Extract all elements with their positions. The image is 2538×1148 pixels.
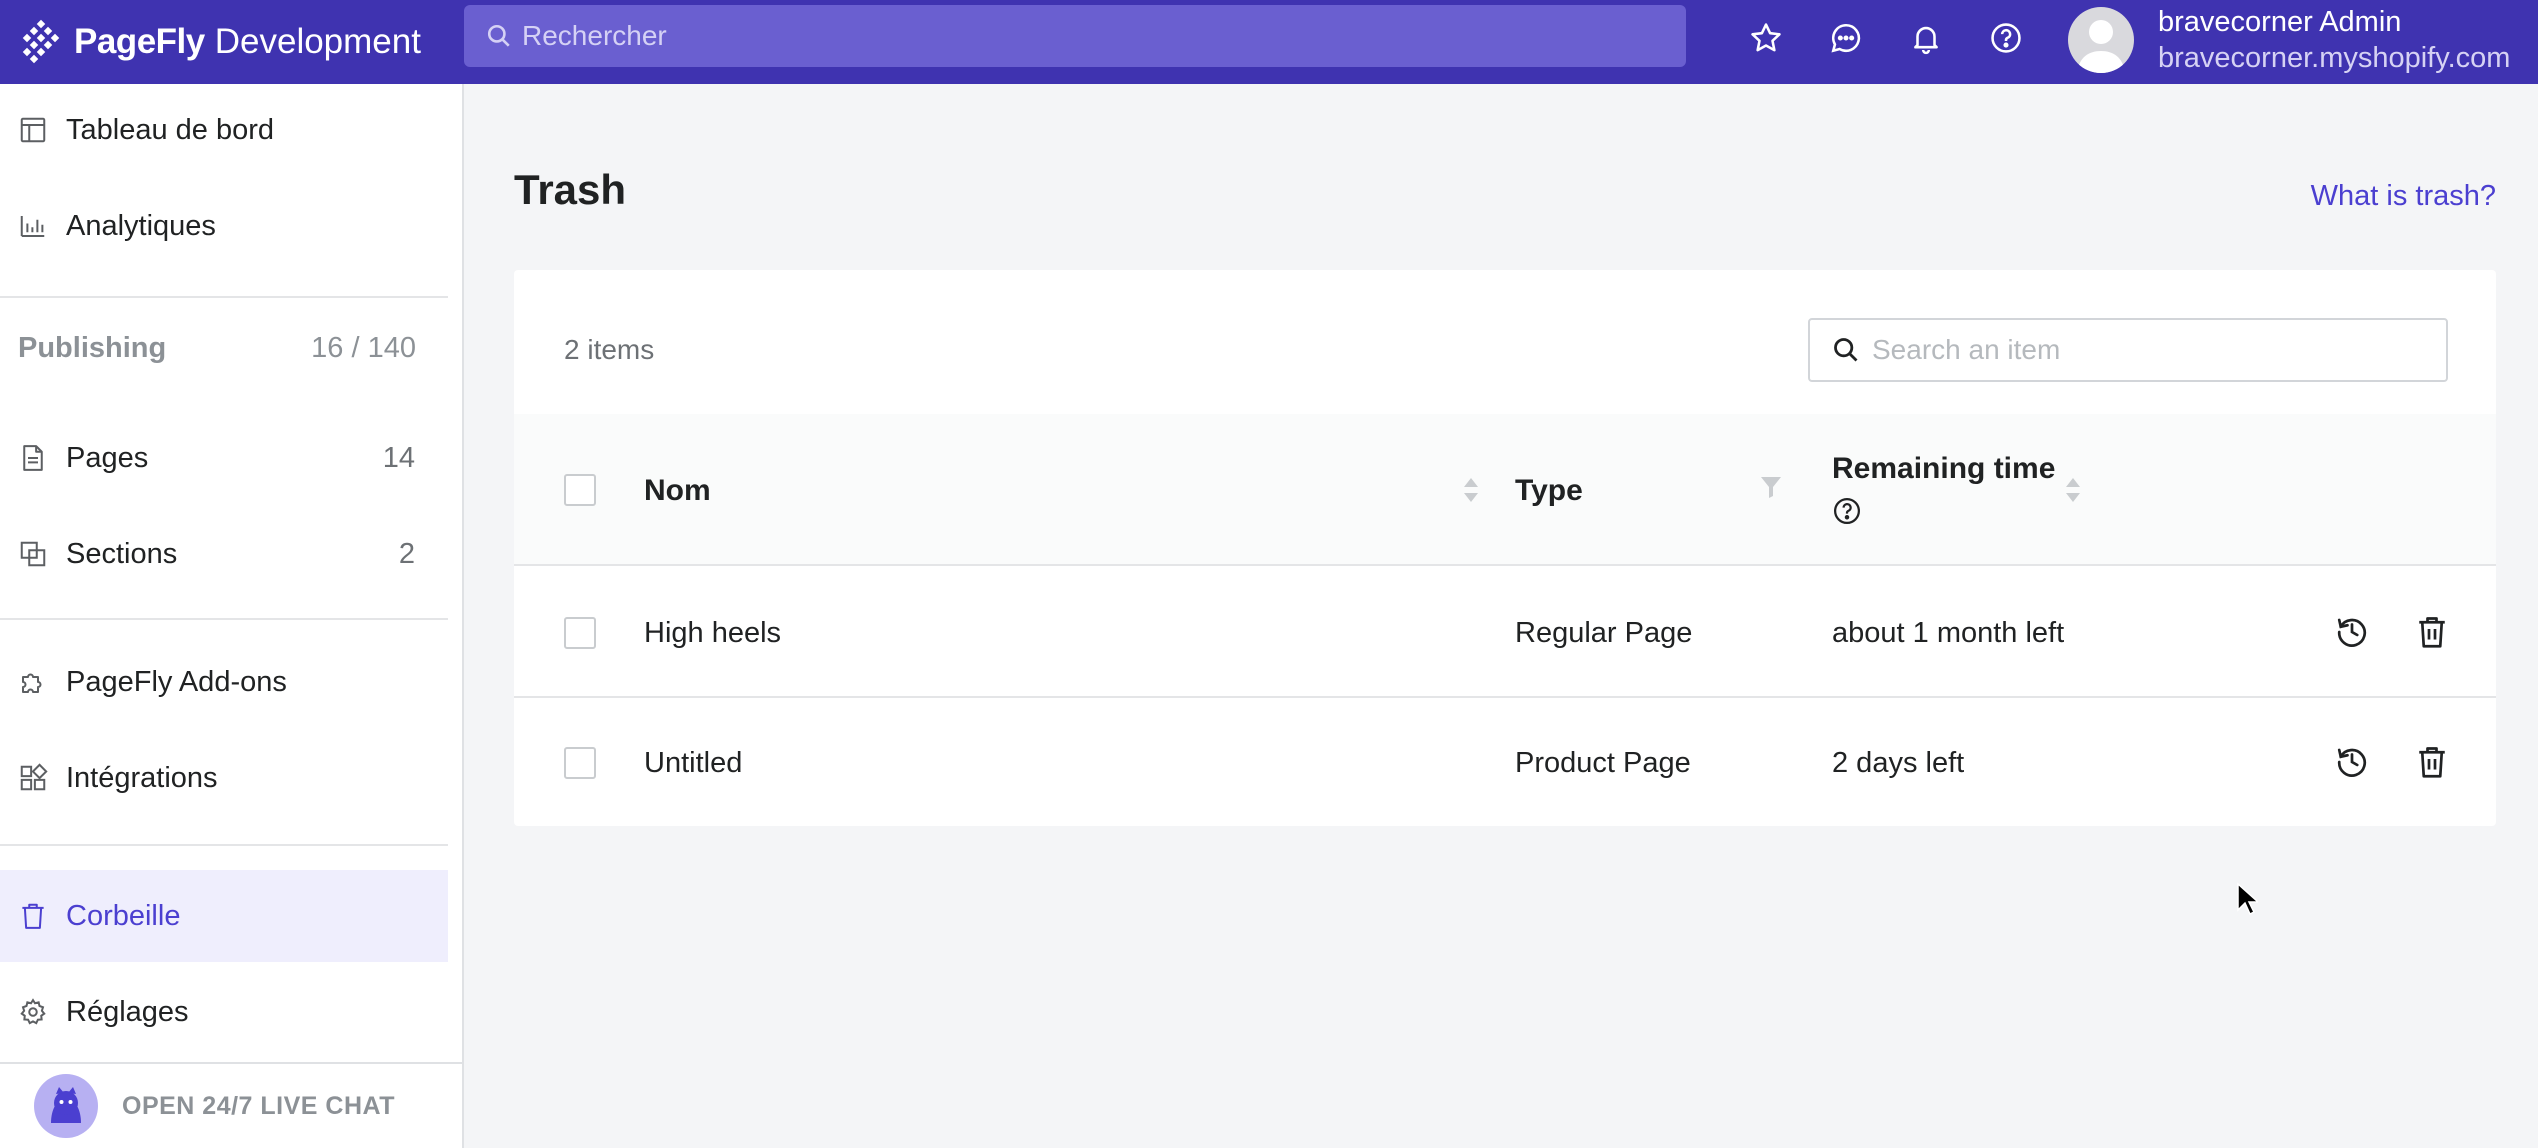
sidebar-item-settings[interactable]: Réglages <box>0 966 448 1058</box>
row-checkbox[interactable] <box>564 617 596 649</box>
item-search-input[interactable] <box>1872 334 2432 366</box>
table-header: Nom Type Remaining time <box>514 414 2496 566</box>
sidebar-item-label: Pages <box>66 441 149 474</box>
chat-icon <box>1831 23 1861 53</box>
sidebar-item-pages[interactable]: Pages 14 <box>0 412 448 504</box>
row-remaining: about 1 month left <box>1832 617 2065 649</box>
chat-mascot-avatar <box>34 1074 98 1138</box>
what-is-trash-link[interactable]: What is trash? <box>2311 180 2496 213</box>
messages-button[interactable] <box>1826 18 1866 58</box>
puzzle-icon <box>22 673 42 693</box>
filter-icon[interactable] <box>1760 474 1782 500</box>
publishing-title: Publishing <box>18 332 167 364</box>
trash-card: 2 items Nom Type Remaining time High hee… <box>514 270 2496 826</box>
table-row: Untitled Product Page 2 days left <box>514 698 2496 828</box>
column-header-remaining: Remaining time <box>1832 452 2056 485</box>
item-count: 2 items <box>564 334 655 365</box>
pagefly-logo-icon <box>22 19 60 64</box>
sort-icon[interactable] <box>2064 475 2082 505</box>
row-name: High heels <box>644 617 782 649</box>
divider <box>0 844 448 846</box>
global-search[interactable] <box>464 5 1686 67</box>
restore-icon <box>2337 618 2367 647</box>
analytics-icon <box>20 216 45 237</box>
sections-icon <box>20 541 46 567</box>
divider <box>0 618 448 620</box>
delete-permanently-button[interactable] <box>2412 742 2452 782</box>
bell-icon <box>1914 26 1938 55</box>
row-name: Untitled <box>644 747 743 779</box>
sidebar-item-addons[interactable]: PageFly Add-ons <box>0 636 448 728</box>
page-title: Trash <box>514 166 627 213</box>
brand[interactable]: PageFly Development <box>18 19 464 65</box>
sidebar-item-label: Analytiques <box>66 209 216 242</box>
brand-name: PageFly <box>74 22 205 61</box>
publishing-header: Publishing 16 / 140 <box>18 332 416 365</box>
global-search-input[interactable] <box>522 20 1622 52</box>
integrations-icon <box>20 763 48 791</box>
pages-count: 14 <box>382 441 415 474</box>
restore-button[interactable] <box>2332 742 2372 782</box>
sort-icon[interactable] <box>1462 475 1480 505</box>
sidebar-item-label: Réglages <box>66 995 189 1028</box>
live-chat-button[interactable]: OPEN 24/7 LIVE CHAT <box>0 1062 462 1148</box>
search-icon <box>487 24 510 47</box>
user-avatar-icon <box>2077 20 2125 73</box>
user-menu[interactable]: bravecorner Admin bravecorner.myshopify.… <box>2068 2 2510 78</box>
table-row: High heels Regular Page about 1 month le… <box>514 568 2496 698</box>
column-header-type: Type <box>1515 474 1583 507</box>
row-type: Regular Page <box>1515 617 1693 649</box>
sidebar: Tableau de bord Analytiques Publishing 1… <box>0 84 464 1148</box>
mouse-cursor-icon <box>2237 882 2258 916</box>
item-search[interactable] <box>1808 318 2448 382</box>
brand-environment: Development <box>214 22 421 61</box>
live-chat-label: OPEN 24/7 LIVE CHAT <box>122 1091 395 1120</box>
delete-permanently-button[interactable] <box>2412 612 2452 652</box>
divider <box>0 296 448 298</box>
star-icon <box>1751 23 1781 52</box>
user-name: bravecorner Admin <box>2158 6 2402 38</box>
help-button[interactable] <box>1986 18 2026 58</box>
column-header-name: Nom <box>644 474 711 507</box>
row-checkbox[interactable] <box>564 747 596 779</box>
sidebar-item-label: Corbeille <box>66 899 181 932</box>
trash-icon <box>22 903 44 929</box>
restore-icon <box>2337 748 2367 777</box>
sidebar-item-label: Intégrations <box>66 761 218 794</box>
row-remaining: 2 days left <box>1832 747 1965 779</box>
help-icon <box>1991 23 2021 53</box>
sidebar-item-analytics[interactable]: Analytiques <box>0 180 448 272</box>
row-type: Product Page <box>1515 747 1691 779</box>
restore-button[interactable] <box>2332 612 2372 652</box>
user-shop-domain: bravecorner.myshopify.com <box>2158 42 2511 74</box>
notifications-button[interactable] <box>1906 18 1946 58</box>
favorites-button[interactable] <box>1746 18 1786 58</box>
search-icon <box>1834 338 1858 362</box>
settings-icon <box>20 998 46 1025</box>
sidebar-item-sections[interactable]: Sections 2 <box>0 508 448 600</box>
sidebar-item-trash[interactable]: Corbeille <box>0 870 448 962</box>
select-all-checkbox[interactable] <box>564 474 596 506</box>
publishing-count: 16 / 140 <box>311 332 416 364</box>
sidebar-item-dashboard[interactable]: Tableau de bord <box>0 84 448 176</box>
trash-icon <box>2419 747 2445 778</box>
sidebar-item-label: Tableau de bord <box>66 113 274 146</box>
dashboard-icon <box>20 117 46 143</box>
page-icon <box>23 445 43 471</box>
sidebar-item-integrations[interactable]: Intégrations <box>0 732 448 824</box>
mascot-icon <box>51 1087 81 1123</box>
sidebar-item-label: Sections <box>66 537 178 570</box>
top-bar: PageFly Development bravecorner Admin br… <box>0 0 2538 84</box>
trash-icon <box>2419 617 2445 648</box>
help-icon[interactable] <box>1832 496 1862 526</box>
avatar <box>2068 7 2134 73</box>
sections-count: 2 <box>398 537 415 570</box>
sidebar-item-label: PageFly Add-ons <box>66 665 287 698</box>
